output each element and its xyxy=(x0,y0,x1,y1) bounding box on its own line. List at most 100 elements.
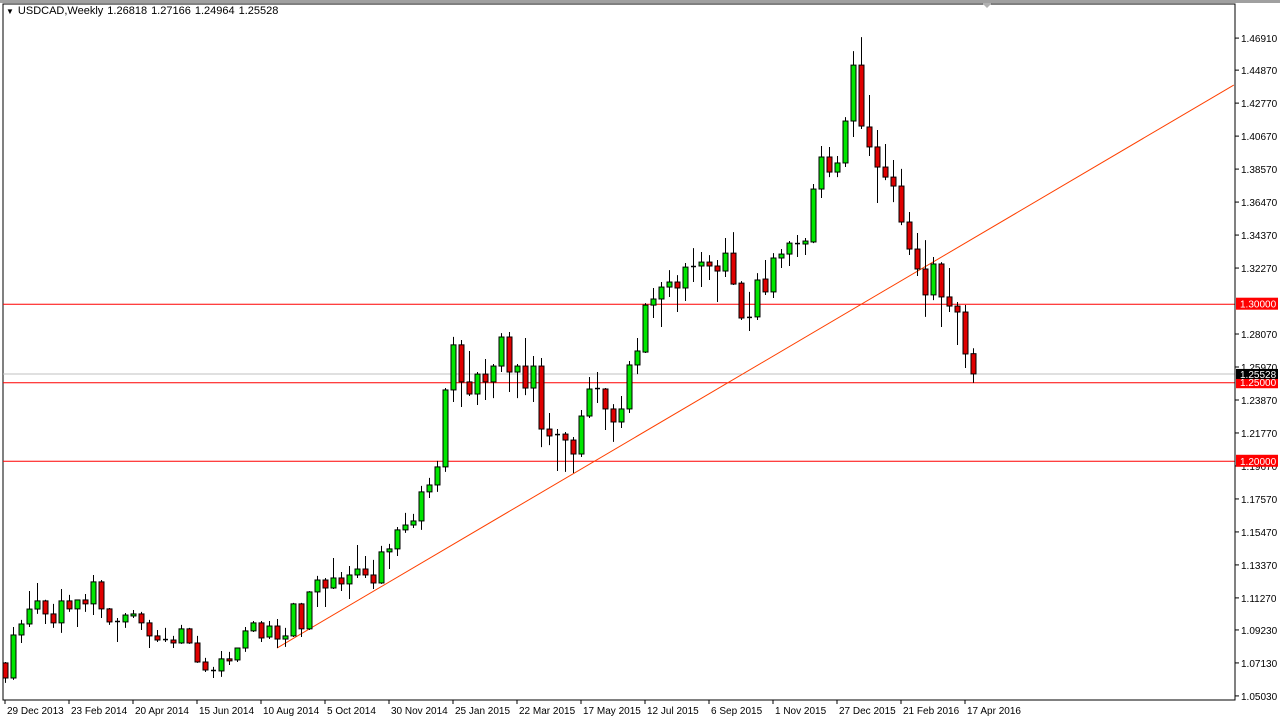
candle-body-bear xyxy=(763,279,768,292)
triangle-down-icon[interactable]: ▼ xyxy=(6,7,14,16)
candle-body-bull xyxy=(219,659,224,671)
candle xyxy=(843,117,848,167)
candle-body-bull xyxy=(331,578,336,588)
candle-body-bull xyxy=(787,243,792,254)
candle xyxy=(499,333,504,372)
candle-body-bear xyxy=(715,266,720,271)
candle-body-bear xyxy=(139,614,144,623)
candle xyxy=(755,273,760,320)
candle-body-bull xyxy=(803,241,808,244)
candle-body-bear xyxy=(859,65,864,126)
time-axis-label: 30 Nov 2014 xyxy=(391,706,448,717)
candle-body-bull xyxy=(347,575,352,584)
candle-body-bull xyxy=(683,267,688,288)
price-axis-label: 1.05030 xyxy=(1241,692,1278,703)
candle-body-bull xyxy=(75,600,80,609)
candle-body-bull xyxy=(499,337,504,366)
candle xyxy=(579,410,584,457)
candle-body-bear xyxy=(827,157,832,172)
candle-body-bear xyxy=(963,312,968,354)
candle-body-bull xyxy=(411,521,416,525)
candle-body-bull xyxy=(387,549,392,552)
candle-body-bull xyxy=(835,163,840,172)
candle xyxy=(627,361,632,413)
candle xyxy=(771,253,776,298)
candle-body-bull xyxy=(619,409,624,422)
candle xyxy=(11,627,16,680)
candle-body-bear xyxy=(675,282,680,288)
price-axis-label: 1.46910 xyxy=(1241,34,1278,45)
candle xyxy=(931,257,936,300)
level-price-label: 1.20000 xyxy=(1240,457,1277,468)
level-price-label: 1.30000 xyxy=(1240,300,1277,311)
time-axis-label: 17 May 2015 xyxy=(583,706,641,717)
ohlc-low: 1.24964 xyxy=(195,5,235,17)
candlestick-chart[interactable]: 1.469101.448701.427701.406701.385701.364… xyxy=(0,0,1280,723)
price-axis-label: 1.07130 xyxy=(1241,659,1278,670)
candle-body-bear xyxy=(459,345,464,382)
price-axis-label: 1.17570 xyxy=(1241,495,1278,506)
symbol-label: USDCAD,Weekly xyxy=(18,5,103,17)
candle-body-bull xyxy=(283,636,288,639)
candle-body-bull xyxy=(59,601,64,623)
ohlc-open: 1.26818 xyxy=(107,5,147,17)
price-axis-label: 1.13370 xyxy=(1241,561,1278,572)
candle-body-bull xyxy=(755,280,760,317)
time-axis-label: 25 Jan 2015 xyxy=(455,706,510,717)
candle-body-bull xyxy=(435,467,440,485)
candle-body-bull xyxy=(11,635,16,678)
candle xyxy=(443,388,448,472)
bid-price-label: 1.25528 xyxy=(1240,370,1277,381)
candle-body-bear xyxy=(99,582,104,609)
candle-body-bull xyxy=(475,374,480,394)
candle-body-bear xyxy=(875,147,880,167)
candle-body-bull xyxy=(91,582,96,604)
candle xyxy=(291,603,296,637)
candle-body-bear xyxy=(883,167,888,177)
candle-body-bear xyxy=(43,601,48,614)
candle-body-bull xyxy=(659,287,664,299)
candle-body-bull xyxy=(235,648,240,660)
candle xyxy=(251,621,256,632)
candle-body-bear xyxy=(467,382,472,394)
time-axis-label: 15 Jun 2014 xyxy=(199,706,254,717)
candle-body-bull xyxy=(819,157,824,189)
candle-body-bear xyxy=(83,600,88,604)
candle-body-bear xyxy=(731,253,736,284)
time-axis-label: 20 Apr 2014 xyxy=(135,706,189,717)
candle-body-bear xyxy=(195,643,200,662)
candle-body-bear xyxy=(259,623,264,638)
candle-body-bear xyxy=(363,569,368,575)
candle-body-bear xyxy=(547,429,552,436)
candle-body-bull xyxy=(723,253,728,271)
time-axis-label: 21 Feb 2016 xyxy=(903,706,960,717)
candle-body-bear xyxy=(299,604,304,629)
price-axis-label: 1.42770 xyxy=(1241,99,1278,110)
price-axis-label: 1.40670 xyxy=(1241,132,1278,143)
candle-body-bear xyxy=(907,222,912,249)
candle-body-bear xyxy=(611,409,616,422)
candle-body-bear xyxy=(539,366,544,429)
candle-body-bull xyxy=(531,366,536,388)
candle-body-bull xyxy=(27,609,32,624)
price-axis-label: 1.21770 xyxy=(1241,429,1278,440)
ohlc-high: 1.27166 xyxy=(151,5,191,17)
candle-body-bear xyxy=(483,374,488,382)
candle-body-bear xyxy=(603,389,608,409)
candle-body-bull xyxy=(131,614,136,616)
candle-body-bear xyxy=(227,659,232,661)
time-axis-label: 23 Feb 2014 xyxy=(71,706,128,717)
time-axis-label: 17 Apr 2016 xyxy=(967,706,1021,717)
candle-body-bear xyxy=(939,264,944,297)
candle-body-bear xyxy=(187,629,192,643)
candle xyxy=(107,608,112,625)
candle-body-bear xyxy=(203,662,208,670)
candle-body-bull xyxy=(243,631,248,648)
candle-body-bear xyxy=(323,580,328,588)
candle-body-bull xyxy=(35,601,40,609)
candle-body-bull xyxy=(179,629,184,643)
candle-body-bear xyxy=(891,177,896,186)
candle-body-bear xyxy=(371,575,376,583)
candle-body-bull xyxy=(843,121,848,163)
candle-body-bear xyxy=(915,249,920,269)
